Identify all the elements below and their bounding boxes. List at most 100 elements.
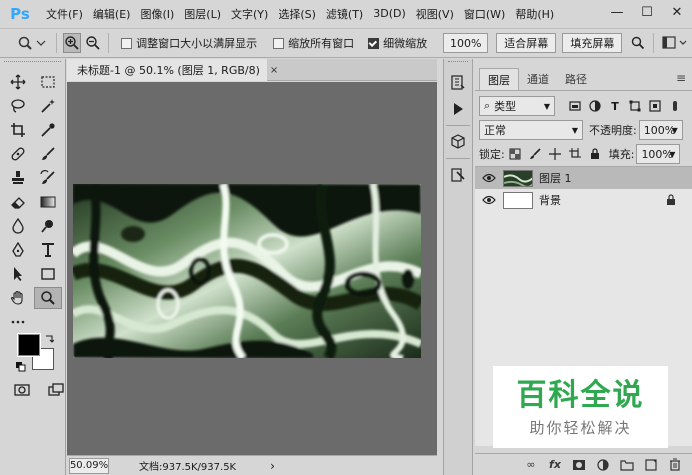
3d-panel-button[interactable]: [444, 130, 472, 154]
eraser-tool[interactable]: [4, 191, 32, 213]
type-tool[interactable]: [34, 239, 62, 261]
healing-brush-tool[interactable]: [4, 143, 32, 165]
maximize-button[interactable]: ☐: [632, 0, 662, 24]
tab-channels[interactable]: 通道: [519, 68, 557, 90]
scrubby-zoom-checkbox[interactable]: [368, 37, 380, 49]
default-colors-icon[interactable]: [16, 362, 26, 372]
magic-wand-tool[interactable]: [34, 95, 62, 117]
zoom-all-option[interactable]: 缩放所有窗口: [273, 35, 354, 51]
move-tool[interactable]: [4, 71, 32, 93]
add-mask-icon[interactable]: [570, 457, 588, 473]
tab-layers[interactable]: 图层: [479, 68, 519, 90]
blend-mode-dropdown[interactable]: 正常 ▼: [479, 120, 583, 140]
fill-screen-button[interactable]: 填充屏幕: [562, 33, 623, 53]
bottom-tools: [8, 379, 70, 401]
screen-mode-button[interactable]: [42, 379, 70, 401]
fill-field[interactable]: 100% ▼: [636, 144, 681, 164]
zoom-all-checkbox[interactable]: [273, 37, 285, 49]
layer-row[interactable]: 背景: [475, 189, 692, 211]
properties-panel-button[interactable]: [444, 163, 472, 187]
filter-shape-icon[interactable]: [625, 96, 645, 116]
filter-type-icon[interactable]: T: [605, 96, 625, 116]
filter-pixel-icon[interactable]: [565, 96, 585, 116]
panel-menu-icon[interactable]: ≡: [676, 71, 686, 85]
workspace-switcher[interactable]: [660, 32, 692, 54]
canvas-area[interactable]: [67, 82, 437, 455]
resize-windows-option[interactable]: 调整窗口大小以满屏显示: [121, 35, 257, 51]
eye-icon[interactable]: [475, 195, 503, 205]
gradient-tool[interactable]: [34, 191, 62, 213]
lock-pixels-icon[interactable]: [525, 144, 545, 164]
liquid-chrome-artwork[interactable]: [73, 184, 421, 358]
swap-colors-icon[interactable]: [44, 334, 54, 344]
opacity-field[interactable]: 100% ▼: [638, 120, 683, 140]
document-tab[interactable]: 未标题-1 @ 50.1% (图层 1, RGB/8) ×: [67, 59, 278, 81]
menu-help[interactable]: 帮助(H): [515, 6, 554, 22]
watermark-subtitle: 助你轻松解决: [529, 418, 632, 437]
resize-windows-checkbox[interactable]: [121, 37, 133, 49]
lock-all-icon[interactable]: [585, 144, 605, 164]
menu-3d[interactable]: 3D(D): [373, 7, 406, 20]
adjustment-layer-icon[interactable]: [594, 457, 612, 473]
path-selection-tool[interactable]: [4, 263, 32, 285]
trash-icon[interactable]: [666, 457, 684, 473]
new-group-icon[interactable]: [618, 457, 636, 473]
clone-stamp-tool[interactable]: [4, 167, 32, 189]
filter-adjustment-icon[interactable]: [585, 96, 605, 116]
status-zoom-field[interactable]: 50.09%: [69, 457, 109, 474]
marquee-tool[interactable]: [34, 71, 62, 93]
fx-icon[interactable]: fx: [546, 457, 564, 473]
menu-select[interactable]: 选择(S): [278, 6, 316, 22]
status-menu-arrow[interactable]: ›: [270, 459, 275, 473]
blur-tool[interactable]: [4, 215, 32, 237]
menu-window[interactable]: 窗口(W): [464, 6, 505, 22]
menu-image[interactable]: 图像(I): [140, 6, 174, 22]
menu-layer[interactable]: 图层(L): [184, 6, 221, 22]
search-button[interactable]: [628, 33, 647, 53]
close-tab-icon[interactable]: ×: [270, 65, 278, 76]
history-panel-button[interactable]: [444, 71, 472, 95]
history-brush-tool[interactable]: [34, 167, 62, 189]
zoom-tool[interactable]: [34, 287, 62, 309]
zoom-in-button[interactable]: [62, 33, 82, 53]
eye-icon[interactable]: [475, 173, 503, 183]
strip-grip[interactable]: [448, 61, 468, 69]
close-button[interactable]: ✕: [662, 0, 692, 24]
more-tools[interactable]: [4, 311, 32, 333]
menu-filter[interactable]: 滤镜(T): [326, 6, 363, 22]
dodge-tool[interactable]: [34, 215, 62, 237]
zoom-value-field[interactable]: 100%: [443, 33, 489, 53]
menu-type[interactable]: 文字(Y): [231, 6, 268, 22]
layer-row[interactable]: 图层 1: [475, 167, 692, 189]
eyedropper-tool[interactable]: [34, 119, 62, 141]
chevron-down-icon: ▼: [671, 125, 678, 135]
crop-tool[interactable]: [4, 119, 32, 141]
separator: [55, 33, 57, 53]
zoom-out-button[interactable]: [83, 33, 102, 53]
scrubby-zoom-option[interactable]: 细微缩放: [368, 35, 427, 51]
menu-edit[interactable]: 编辑(E): [93, 6, 131, 22]
panel-grip[interactable]: [4, 61, 61, 69]
lock-position-icon[interactable]: [545, 144, 565, 164]
pen-tool[interactable]: [4, 239, 32, 261]
lasso-tool[interactable]: [4, 95, 32, 117]
tab-paths[interactable]: 路径: [557, 68, 595, 90]
lock-artboard-icon[interactable]: [565, 144, 585, 164]
quick-mask-button[interactable]: [8, 379, 36, 401]
filter-kind-dropdown[interactable]: ⌕ 类型 ▼: [479, 96, 555, 116]
rectangle-tool[interactable]: [34, 263, 62, 285]
filter-smart-object-icon[interactable]: [645, 96, 665, 116]
new-layer-icon[interactable]: [642, 457, 660, 473]
brush-tool[interactable]: [34, 143, 62, 165]
foreground-color-swatch[interactable]: [17, 333, 41, 357]
menu-file[interactable]: 文件(F): [46, 6, 83, 22]
actions-panel-button[interactable]: [444, 97, 472, 121]
fit-screen-button[interactable]: 适合屏幕: [496, 33, 557, 53]
lock-transparent-icon[interactable]: [505, 144, 525, 164]
filter-toggle-icon[interactable]: [665, 96, 685, 116]
menu-view[interactable]: 视图(V): [416, 6, 454, 22]
hand-tool[interactable]: [4, 287, 32, 309]
minimize-button[interactable]: —: [602, 0, 632, 24]
tool-preset-picker[interactable]: [14, 32, 50, 54]
link-layers-icon[interactable]: ∞: [522, 457, 540, 473]
